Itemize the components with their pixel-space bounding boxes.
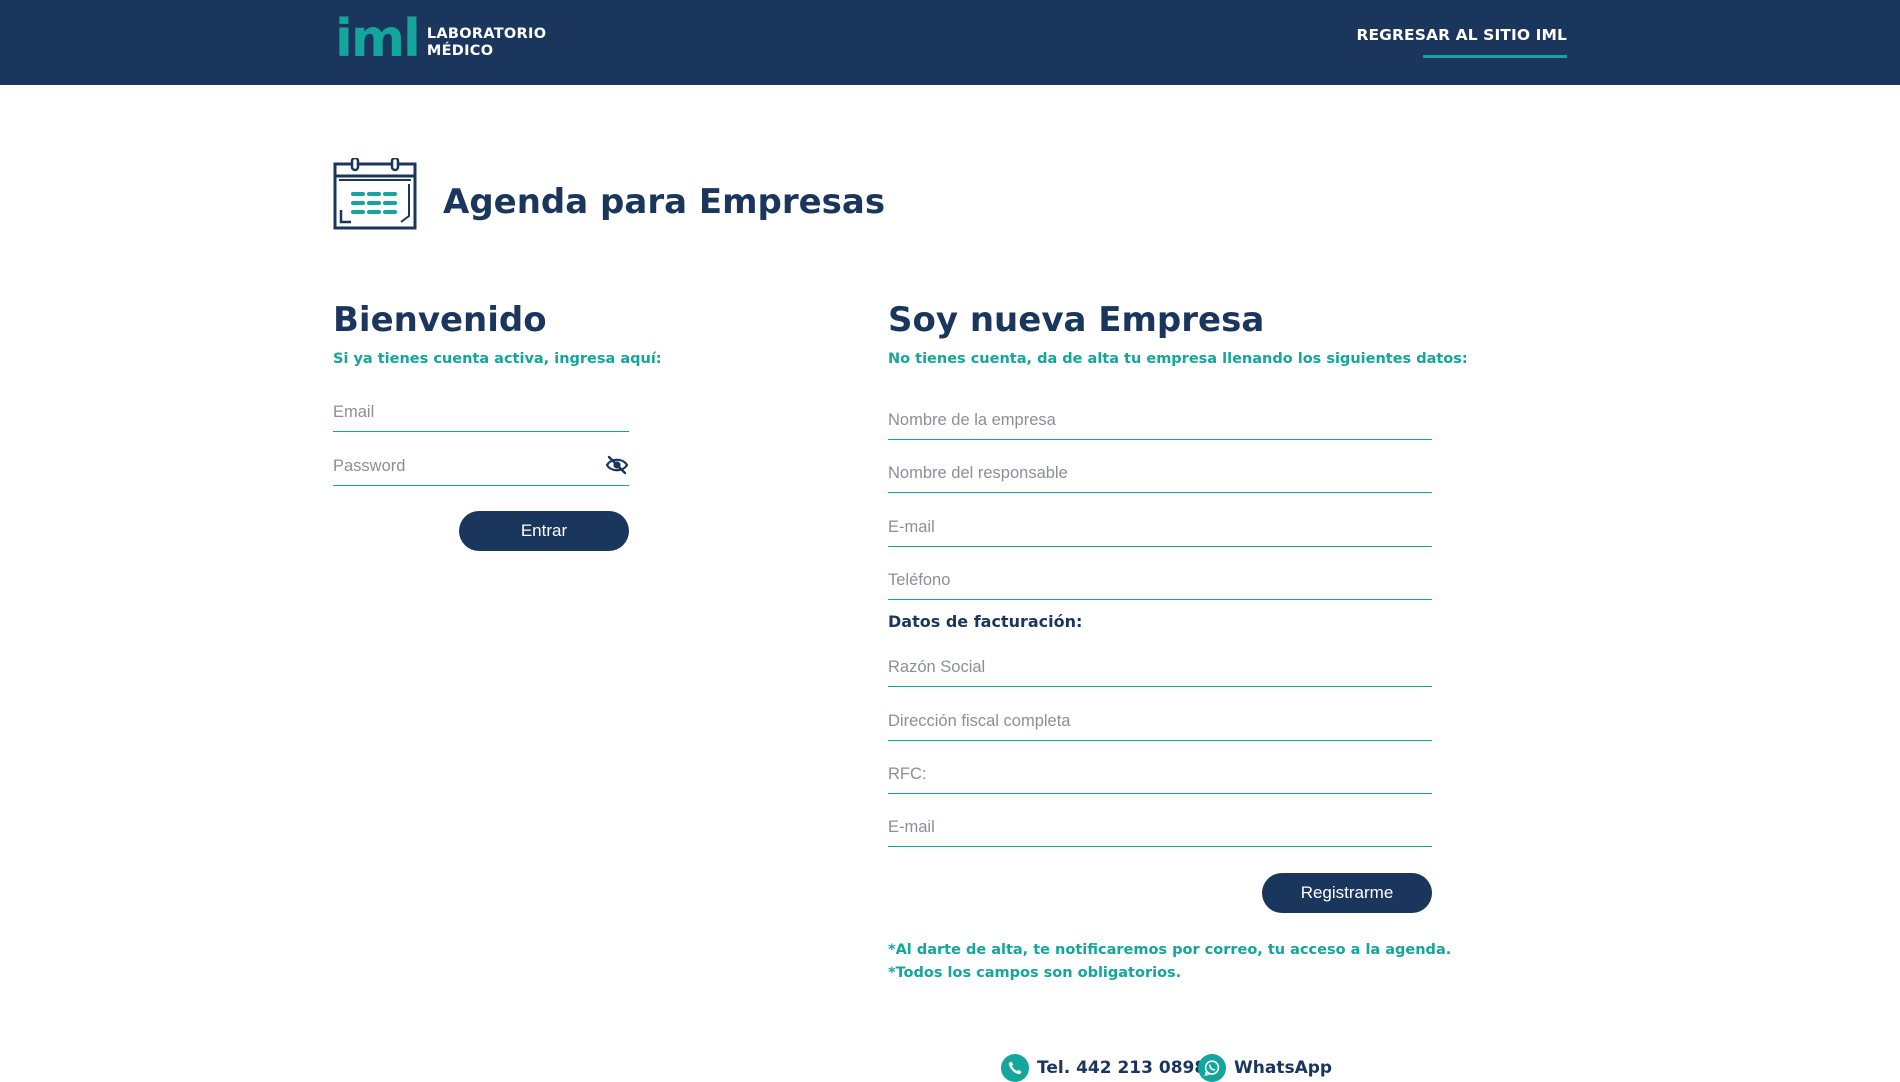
logo-mark: iml xyxy=(335,9,421,69)
business-name-field xyxy=(888,642,1432,687)
login-submit-button[interactable]: Entrar xyxy=(459,511,629,551)
login-email-input[interactable] xyxy=(333,387,629,431)
business-name-input[interactable] xyxy=(888,642,1432,686)
register-subheading: No tienes cuenta, da de alta tu empresa … xyxy=(888,351,1468,367)
responsible-name-field xyxy=(888,448,1432,493)
logo-line-2: MÉDICO xyxy=(426,43,494,59)
phone-input[interactable] xyxy=(888,555,1432,599)
login-subheading: Si ya tienes cuenta activa, ingresa aquí… xyxy=(333,351,662,367)
whatsapp-contact[interactable]: WhatsApp xyxy=(1198,1054,1332,1082)
register-submit-button[interactable]: Registrarme xyxy=(1262,873,1432,913)
logo-line-1: LABORATORIO xyxy=(426,26,547,42)
calendar-icon xyxy=(333,158,417,230)
register-email-field xyxy=(888,502,1432,547)
login-email-field xyxy=(333,387,629,432)
whatsapp-icon xyxy=(1198,1054,1226,1082)
login-password-input[interactable] xyxy=(333,441,629,485)
company-name-input[interactable] xyxy=(888,395,1432,439)
phone-field xyxy=(888,555,1432,600)
register-email-input[interactable] xyxy=(888,502,1432,546)
billing-email-field xyxy=(888,802,1432,847)
billing-email-input[interactable] xyxy=(888,802,1432,846)
responsible-name-input[interactable] xyxy=(888,448,1432,492)
fiscal-address-input[interactable] xyxy=(888,696,1432,740)
back-to-site-link[interactable]: REGRESAR AL SITIO IML xyxy=(1356,26,1567,44)
back-link-underline xyxy=(1423,55,1567,58)
phone-text: Tel. 442 213 0898 xyxy=(1037,1058,1207,1078)
register-note-2: *Todos los campos son obligatorios. xyxy=(888,965,1182,981)
login-heading: Bienvenido xyxy=(333,300,547,340)
page-title: Agenda para Empresas xyxy=(443,182,886,222)
whatsapp-text: WhatsApp xyxy=(1234,1058,1333,1078)
logo-text: LABORATORIO MÉDICO xyxy=(427,26,547,60)
register-heading: Soy nueva Empresa xyxy=(888,300,1265,340)
billing-section-label: Datos de facturación: xyxy=(888,612,1083,631)
phone-icon xyxy=(1001,1054,1029,1082)
register-notes: *Al darte de alta, te notificaremos por … xyxy=(888,939,1451,985)
top-navbar: iml LABORATORIO MÉDICO REGRESAR AL SITIO… xyxy=(0,0,1900,85)
login-password-field xyxy=(333,441,629,486)
rfc-input[interactable] xyxy=(888,749,1432,793)
rfc-field xyxy=(888,749,1432,794)
iml-logo[interactable]: iml LABORATORIO MÉDICO xyxy=(335,13,547,68)
eye-slash-icon[interactable] xyxy=(605,455,629,475)
phone-contact[interactable]: Tel. 442 213 0898 xyxy=(1001,1054,1206,1082)
company-name-field xyxy=(888,395,1432,440)
fiscal-address-field xyxy=(888,696,1432,741)
register-note-1: *Al darte de alta, te notificaremos por … xyxy=(888,942,1452,958)
